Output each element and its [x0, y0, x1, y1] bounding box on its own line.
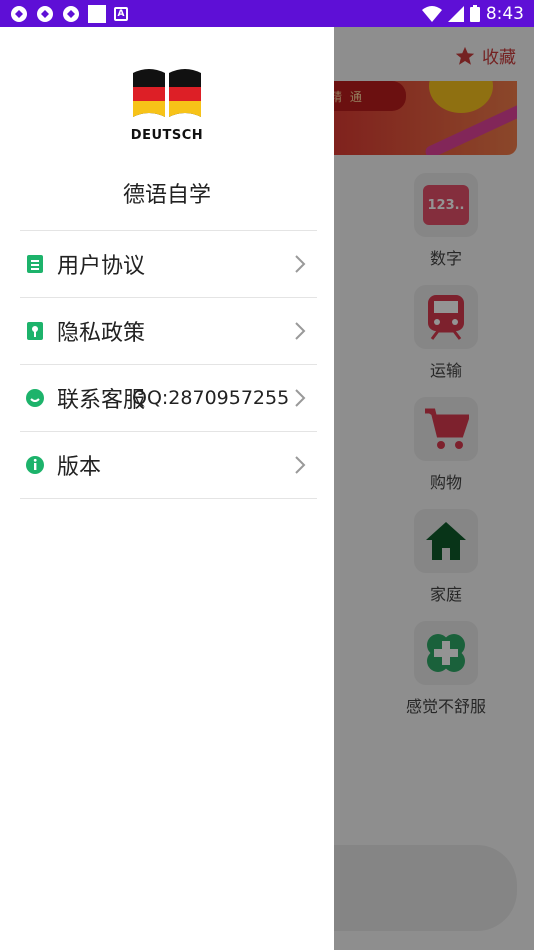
menu-item-label: 用户协议 [57, 254, 146, 279]
chevron-right-icon [295, 322, 306, 340]
chevron-right-icon [295, 255, 306, 273]
menu-item-version[interactable]: 版本 [20, 432, 317, 499]
status-bar: A 8:43 [0, 0, 534, 27]
menu-item-contact-support[interactable]: 联系客服 QQ:2870957255 [20, 365, 317, 432]
sync-icon [63, 5, 79, 22]
battery-icon [469, 5, 480, 22]
notification-square-icon [88, 4, 106, 23]
chevron-right-icon [295, 456, 306, 474]
menu-item-user-agreement[interactable]: 用户协议 [20, 231, 317, 298]
chevron-right-icon [295, 389, 306, 407]
key-icon [25, 321, 45, 341]
navigation-drawer: DEUTSCH 德语自学 用户协议 隐私政策 联系客服 QQ:287095725… [0, 27, 334, 950]
qq-number: QQ:2870957255 [132, 387, 290, 409]
app-name: 德语自学 [122, 183, 211, 208]
status-time: 8:43 [485, 3, 524, 24]
text-a-icon: A [114, 6, 128, 21]
menu-item-privacy-policy[interactable]: 隐私政策 [20, 298, 317, 365]
signal-icon [447, 5, 464, 22]
chat-icon [25, 388, 45, 408]
logo-text: DEUTSCH [130, 128, 204, 143]
info-icon [25, 455, 45, 475]
sync-icon [11, 5, 27, 22]
menu-item-label: 版本 [57, 455, 102, 480]
sync-icon [37, 5, 53, 22]
menu-item-label: 隐私政策 [57, 321, 146, 346]
drawer-menu: 用户协议 隐私政策 联系客服 QQ:2870957255 版本 [20, 230, 317, 499]
document-icon [25, 254, 45, 274]
wifi-icon [421, 5, 442, 22]
